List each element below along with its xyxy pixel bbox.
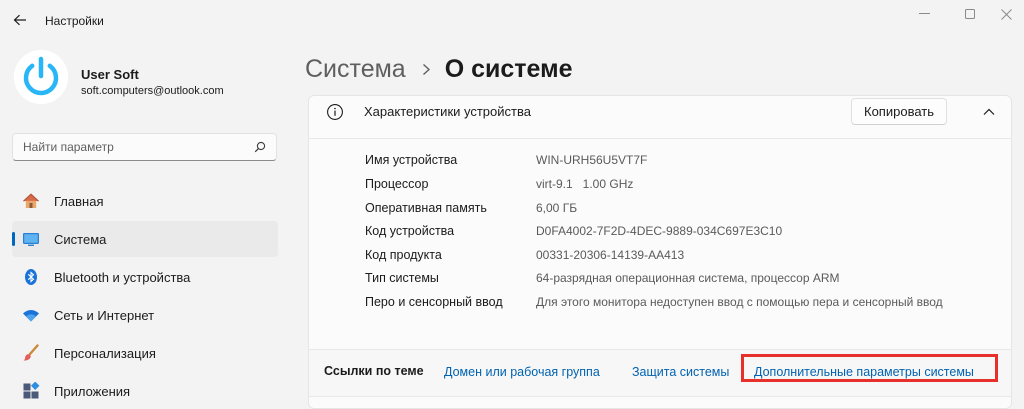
apps-icon xyxy=(22,382,40,400)
monitor-icon xyxy=(22,230,40,248)
power-icon xyxy=(14,50,68,104)
minimize-icon xyxy=(918,13,930,14)
spec-value-device-name: WIN-URH56U5VT7F xyxy=(536,153,648,167)
sidebar-item-label: Персонализация xyxy=(54,345,156,361)
spec-value-ram: 6,00 ГБ xyxy=(536,201,578,215)
sidebar-item-label: Система xyxy=(54,231,107,247)
link-advanced-system-settings[interactable]: Дополнительные параметры системы xyxy=(754,365,974,379)
spec-label-pen-touch: Перо и сенсорный ввод xyxy=(365,295,503,309)
divider xyxy=(309,138,1011,139)
back-button[interactable] xyxy=(8,8,32,32)
spec-label-ram: Оперативная память xyxy=(365,201,487,215)
profile-name: User Soft xyxy=(81,67,139,82)
spec-label-device-name: Имя устройства xyxy=(365,153,458,167)
spec-label-system-type: Тип системы xyxy=(365,271,439,285)
sidebar-nav: Главная Система Bluetooth и устройства С… xyxy=(12,183,278,409)
chevron-right-icon xyxy=(422,63,431,76)
spec-label-device-id: Код устройства xyxy=(365,224,455,238)
spec-value-processor: virt-9.1 1.00 GHz xyxy=(536,177,634,191)
breadcrumb-parent[interactable]: Система xyxy=(305,55,406,84)
maximize-button[interactable] xyxy=(956,6,984,22)
sidebar-item-system[interactable]: Система xyxy=(12,221,278,257)
sidebar-item-label: Сеть и Интернет xyxy=(54,307,155,323)
copy-button[interactable]: Копировать xyxy=(851,98,947,125)
avatar[interactable] xyxy=(14,50,68,104)
device-specs-title: Характеристики устройства xyxy=(364,104,531,119)
spec-value-device-id: D0FA4002-7F2D-4DEC-9889-034C697E3C10 xyxy=(536,224,783,238)
sidebar-item-bluetooth[interactable]: Bluetooth и устройства xyxy=(12,259,278,295)
link-domain-workgroup[interactable]: Домен или рабочая группа xyxy=(444,365,600,379)
sidebar-item-home[interactable]: Главная xyxy=(12,183,278,219)
sidebar-item-network[interactable]: Сеть и Интернет xyxy=(12,297,278,333)
sidebar-item-label: Главная xyxy=(54,193,104,209)
related-links-bar: Ссылки по теме Домен или рабочая группа … xyxy=(309,349,1011,397)
spec-label-product-id: Код продукта xyxy=(365,248,442,262)
link-system-protection[interactable]: Защита системы xyxy=(632,365,729,379)
sidebar-item-label: Bluetooth и устройства xyxy=(54,269,191,285)
arrow-left-icon xyxy=(13,14,26,26)
brush-icon xyxy=(22,344,40,362)
page-title: О системе xyxy=(444,55,573,83)
title-bar: Настройки xyxy=(0,0,1024,40)
chevron-up-icon xyxy=(983,108,995,115)
spec-value-system-type: 64-разрядная операционная система, проце… xyxy=(536,271,840,285)
search-input[interactable] xyxy=(13,134,233,160)
sidebar-item-apps[interactable]: Приложения xyxy=(12,373,278,409)
device-specs-card: Характеристики устройства Копировать Имя… xyxy=(308,95,1012,409)
sidebar-item-personalization[interactable]: Персонализация xyxy=(12,335,278,371)
spec-value-product-id: 00331-20306-14139-AA413 xyxy=(536,248,685,262)
app-title: Настройки xyxy=(45,14,104,28)
close-button[interactable] xyxy=(992,6,1020,22)
collapse-button[interactable] xyxy=(979,102,999,122)
profile-email: soft.computers@outlook.com xyxy=(81,85,224,97)
search-icon[interactable] xyxy=(254,141,266,153)
minimize-button[interactable] xyxy=(910,6,938,22)
maximize-icon xyxy=(965,9,975,19)
device-specs-header[interactable]: Характеристики устройства Копировать xyxy=(309,96,1011,138)
breadcrumb: Система О системе xyxy=(305,55,572,84)
spec-value-pen-touch: Для этого монитора недоступен ввод с пом… xyxy=(536,295,943,309)
bluetooth-icon xyxy=(22,268,40,286)
info-icon xyxy=(327,104,343,120)
related-links-label: Ссылки по теме xyxy=(324,364,424,378)
sidebar-item-label: Приложения xyxy=(54,383,131,399)
spec-label-processor: Процессор xyxy=(365,177,429,191)
search-box[interactable] xyxy=(12,133,277,161)
home-icon xyxy=(22,192,40,210)
wifi-icon xyxy=(22,306,40,324)
close-icon xyxy=(1000,8,1012,20)
